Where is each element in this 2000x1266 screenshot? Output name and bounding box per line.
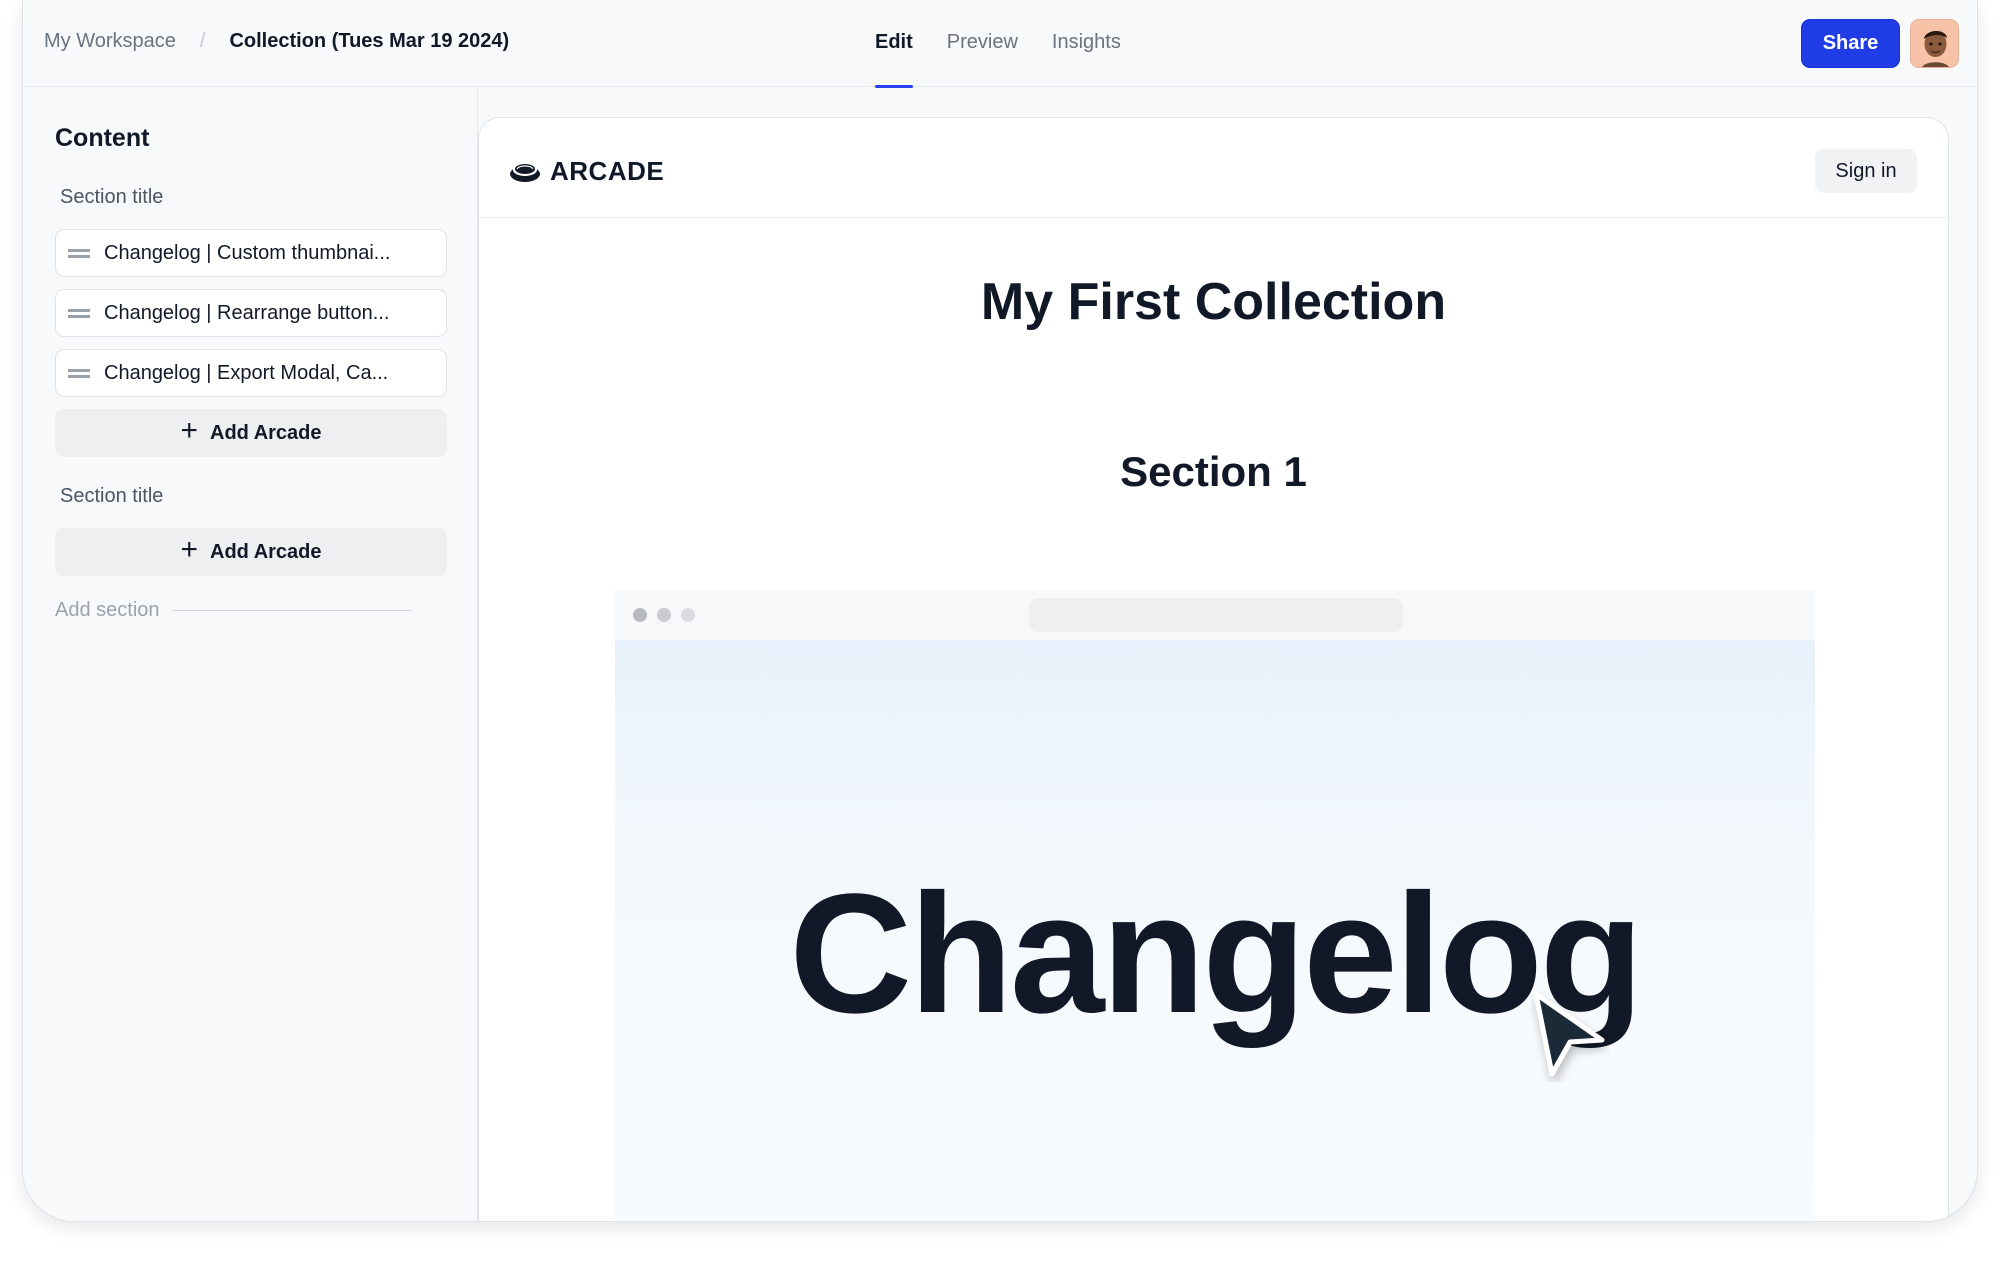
collection-preview: ARCADE Sign in My First Collection Secti… [478, 117, 1949, 1221]
add-arcade-button-section-1[interactable]: + Add Arcade [55, 409, 447, 457]
section-title-2[interactable]: Section title [60, 485, 163, 508]
share-button[interactable]: Share [1801, 19, 1900, 68]
breadcrumb-separator: / [199, 30, 206, 52]
arcade-item-label: Changelog | Export Modal, Ca... [104, 361, 389, 384]
arcade-item-export-modal[interactable]: Changelog | Export Modal, Ca... [55, 349, 447, 397]
arcade-item-rearrange-button[interactable]: Changelog | Rearrange button... [55, 289, 447, 337]
arcade-logo-text: ARCADE [550, 156, 665, 186]
add-section-button[interactable]: Add section [55, 599, 412, 622]
arcade-item-label: Changelog | Custom thumbnai... [104, 241, 391, 264]
tab-edit[interactable]: Edit [875, 0, 913, 88]
arcade-logo: ARCADE [508, 156, 664, 187]
add-section-divider [171, 610, 412, 611]
avatar-face-icon [1922, 30, 1949, 67]
embed-headline: Changelog [789, 859, 1643, 1049]
drag-handle-icon[interactable] [68, 248, 90, 258]
preview-header: ARCADE Sign in [479, 118, 1948, 218]
sign-in-button[interactable]: Sign in [1815, 149, 1917, 193]
url-bar [1029, 598, 1403, 632]
add-arcade-label: Add Arcade [210, 421, 322, 444]
arcade-logo-icon [510, 163, 540, 182]
view-tabs: Edit Preview Insights [875, 0, 1155, 88]
section-heading: Section 1 [1120, 448, 1307, 495]
window-dot-icon [657, 608, 671, 622]
add-arcade-button-section-2[interactable]: + Add Arcade [55, 528, 447, 576]
drag-handle-icon[interactable] [68, 308, 90, 318]
arcade-item-label: Changelog | Rearrange button... [104, 301, 390, 324]
tab-preview[interactable]: Preview [947, 0, 1018, 87]
arcade-item-custom-thumbnail[interactable]: Changelog | Custom thumbnai... [55, 229, 447, 277]
content-sidebar: Content Section title Changelog | Custom… [23, 88, 478, 1221]
mouse-cursor-icon [1533, 991, 1605, 1077]
window-dot-icon [633, 608, 647, 622]
add-section-label: Add section [55, 599, 160, 621]
add-arcade-label: Add Arcade [210, 540, 322, 563]
user-avatar-icon[interactable] [1910, 19, 1959, 68]
breadcrumb-current-collection[interactable]: Collection (Tues Mar 19 2024) [229, 30, 509, 53]
plus-icon: + [180, 533, 198, 566]
section-title-1[interactable]: Section title [60, 186, 163, 209]
breadcrumb: My Workspace / Collection (Tues Mar 19 2… [44, 30, 509, 53]
window-dot-icon [681, 608, 695, 622]
embed-content: Changelog [615, 640, 1815, 1221]
content-heading: Content [55, 124, 150, 152]
collection-title: My First Collection [980, 273, 1447, 331]
browser-toolbar [615, 590, 1815, 640]
breadcrumb-workspace-link[interactable]: My Workspace [44, 30, 176, 53]
plus-icon: + [180, 414, 198, 447]
arcade-embed[interactable]: Changelog [615, 590, 1815, 1221]
drag-handle-icon[interactable] [68, 368, 90, 378]
app-window: My Workspace / Collection (Tues Mar 19 2… [22, 0, 1978, 1222]
top-bar: My Workspace / Collection (Tues Mar 19 2… [23, 0, 1977, 88]
tab-insights[interactable]: Insights [1052, 0, 1121, 87]
